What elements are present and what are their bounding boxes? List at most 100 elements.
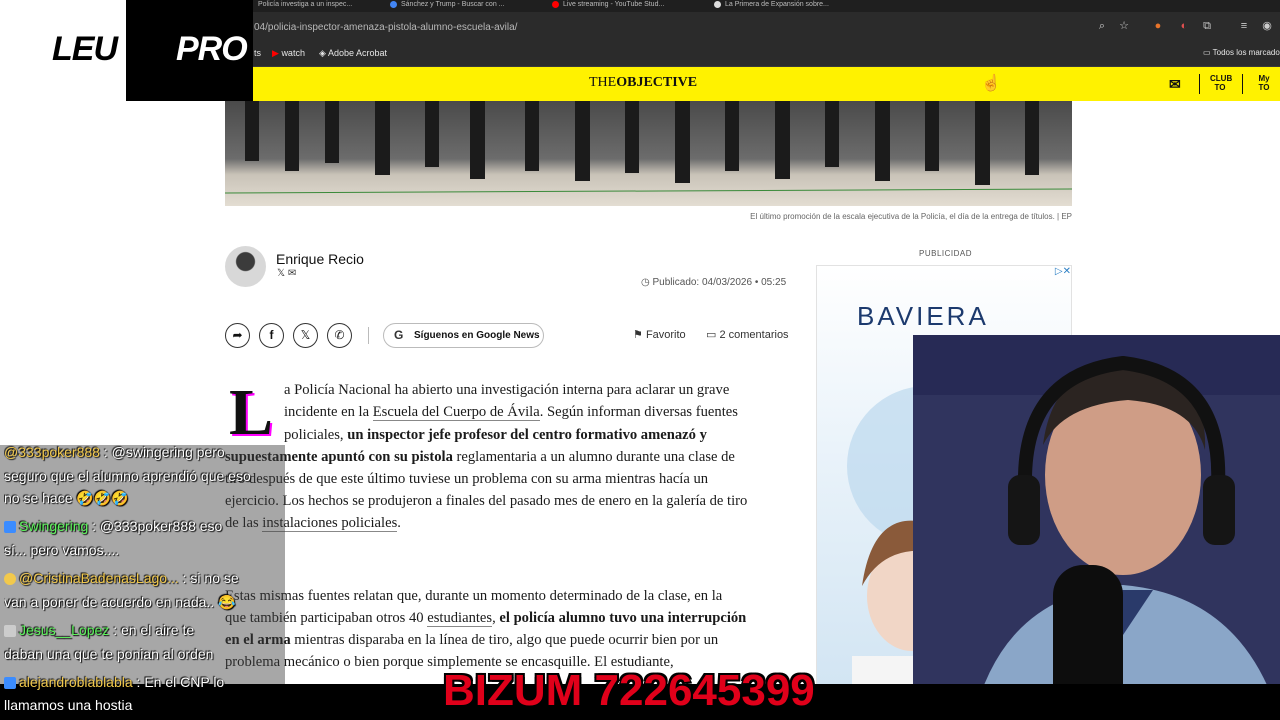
chat-username: Swingering [19, 518, 89, 534]
article-line: policiales, un inspector jefe profesor d… [284, 424, 707, 446]
divider [1199, 74, 1200, 94]
article-line: que también participaban otros 40 estudi… [225, 607, 746, 629]
extension-icon[interactable]: ◐ [1177, 19, 1191, 33]
tab-label: Live streaming - YouTube Stud... [563, 1, 665, 8]
author-social-icons[interactable]: 𝕏 ✉ [277, 268, 296, 279]
site-header [252, 67, 1280, 101]
tab-label: Policía investiga a un inspec... [258, 1, 353, 8]
acrobat-icon: ◈ [319, 48, 326, 58]
url-field[interactable]: 04/policia-inspector-amenaza-pistola-alu… [254, 22, 517, 33]
webcam-feed [913, 335, 1280, 720]
menu-icon[interactable]: ≡ [1237, 19, 1251, 33]
comments-label: 2 comentarios [719, 329, 789, 341]
mouse-cursor-icon: ☝ [981, 75, 1001, 92]
text: incidente en la [284, 404, 373, 420]
x-twitter-icon[interactable]: 𝕏 [293, 323, 318, 348]
chat-message: alejandroblablabla : En el CNP lo [4, 670, 288, 694]
chat-message: Jesus__Lopez : en el aire te [4, 618, 288, 642]
ad-brand: BAVIERA [857, 301, 989, 331]
article-line: tiro después de que este último tuviese … [225, 471, 709, 487]
club-button[interactable]: CLUB TO [1210, 74, 1232, 92]
bookmark-item[interactable]: ▶ watch [272, 47, 305, 59]
mod-badge-icon [4, 677, 16, 690]
chat-message: sí... pero vamos.... [4, 542, 120, 558]
bold-text: el policía alumno tuvo una interrupción [499, 610, 747, 626]
extension-icon[interactable]: ● [1151, 19, 1165, 33]
browser-tab[interactable]: Live streaming - YouTube Stud... [552, 0, 702, 12]
text: . Según informan diversas fuentes [539, 404, 738, 420]
extensions-puzzle-icon[interactable]: ⧉ [1200, 19, 1214, 33]
image-caption: El último promoción de la escala ejecuti… [750, 212, 1072, 221]
chat-message: seguro que el alumno aprendió que eso [4, 468, 251, 484]
article-line: ejercicio. Los hechos se produjeron a fi… [225, 493, 748, 509]
bookmark-label: watch [281, 48, 305, 58]
tab-label: La Primera de Expansión sobre... [725, 1, 829, 8]
chat-message: van a poner de acuerdo en nada.. 😂 [4, 594, 236, 610]
published-text: Publicado: 04/03/2026 • 05:25 [652, 277, 787, 288]
author-avatar[interactable] [225, 246, 266, 287]
youtube-icon [552, 0, 559, 8]
google-news-button[interactable]: Síguenos en Google News [383, 323, 544, 348]
chat-message: @CristinaBadenasLago... : si no se [4, 566, 288, 590]
chat-message: Swingering : @333poker888 eso [4, 514, 288, 538]
chat-username: Jesus__Lopez [19, 622, 110, 638]
drop-cap: L [229, 376, 274, 449]
tab-label: Sánchez y Trump - Buscar con ... [401, 1, 505, 8]
chat-username: @333poker888 [4, 444, 100, 460]
bookmark-icon: ⚑ [633, 329, 643, 341]
comment-icon: ▭ [706, 329, 717, 341]
browser-tab[interactable]: La Primera de Expansión sobre... [714, 0, 864, 12]
logo-objective: OBJECTIVE [616, 75, 698, 90]
bookmark-label: Adobe Acrobat [327, 48, 387, 58]
published-date: ◷ Publicado: 04/03/2026 • 05:25 [641, 277, 786, 288]
text: policiales, [284, 427, 348, 443]
chat-username: @CristinaBadenasLago... [19, 570, 179, 586]
all-bookmarks[interactable]: ▭ Todos los marcadores [1203, 47, 1280, 59]
chat-username: alejandroblablabla [19, 674, 133, 690]
chat-text: : si no se [182, 570, 239, 586]
my-account-button[interactable]: My TO [1254, 74, 1274, 92]
webcam-person [913, 335, 1280, 720]
bold-text: un inspector jefe profesor del centro fo… [347, 427, 707, 443]
browser-tab[interactable]: Policía investiga a un inspec... [258, 0, 378, 12]
chat-message: @333poker888 : @swingering pero [4, 440, 288, 464]
share-icon[interactable]: ➦ [225, 323, 250, 348]
text: reglamentaria a un alumno durante una cl… [452, 449, 735, 465]
chat-text: : @swingering pero [103, 444, 225, 460]
mail-icon[interactable]: ✉ [1169, 77, 1181, 91]
bookmark-star-icon[interactable]: ☆ [1117, 19, 1131, 33]
hero-image [225, 101, 1072, 206]
site-logo[interactable]: THEOBJECTIVE [589, 75, 697, 91]
article-line: supuestamente apuntó con su pistola regl… [225, 446, 735, 468]
bookmark-label: Todos los marcadores [1212, 48, 1280, 57]
favorite-button[interactable]: ⚑ Favorito [633, 328, 686, 341]
google-icon [390, 0, 397, 8]
member-badge-icon [4, 573, 16, 586]
article-line: a Policía Nacional ha abierto una invest… [284, 382, 730, 398]
site-icon [714, 0, 721, 8]
favorite-label: Favorito [645, 329, 686, 341]
adchoices-icon[interactable]: ▷✕ [1044, 266, 1071, 279]
chat-message: daban una que te ponian al orden [4, 646, 214, 662]
bookmark-item[interactable]: ts [254, 47, 261, 59]
whatsapp-icon[interactable]: ✆ [327, 323, 352, 348]
chat-text: : en el aire te [113, 622, 195, 638]
facebook-icon[interactable]: f [259, 323, 284, 348]
bookmark-item[interactable]: ◈ Adobe Acrobat [319, 47, 387, 59]
comments-button[interactable]: ▭ 2 comentarios [706, 328, 789, 341]
divider [1242, 74, 1243, 94]
author-name[interactable]: Enrique Recio [276, 251, 364, 267]
stream-logo-left: LEU [52, 30, 118, 68]
chat-message: no se hace 🤣🤣🤣 [4, 490, 129, 506]
hero-illustration [225, 101, 1072, 194]
article-link[interactable]: estudiantes [427, 610, 493, 627]
article-line: incidente en la Escuela del Cuerpo de Áv… [284, 401, 738, 423]
folder-icon: ▭ [1203, 48, 1211, 57]
article-line: en el arma mientras disparaba en la líne… [225, 629, 718, 651]
clock-icon: ◷ [641, 277, 650, 288]
profile-avatar[interactable]: ◉ [1260, 19, 1274, 33]
browser-tab[interactable]: Sánchez y Trump - Buscar con ... [390, 0, 540, 12]
article-link[interactable]: Escuela del Cuerpo de Ávila [372, 404, 540, 421]
google-icon: G [394, 328, 404, 342]
zoom-icon[interactable]: ⌕ [1095, 19, 1109, 33]
